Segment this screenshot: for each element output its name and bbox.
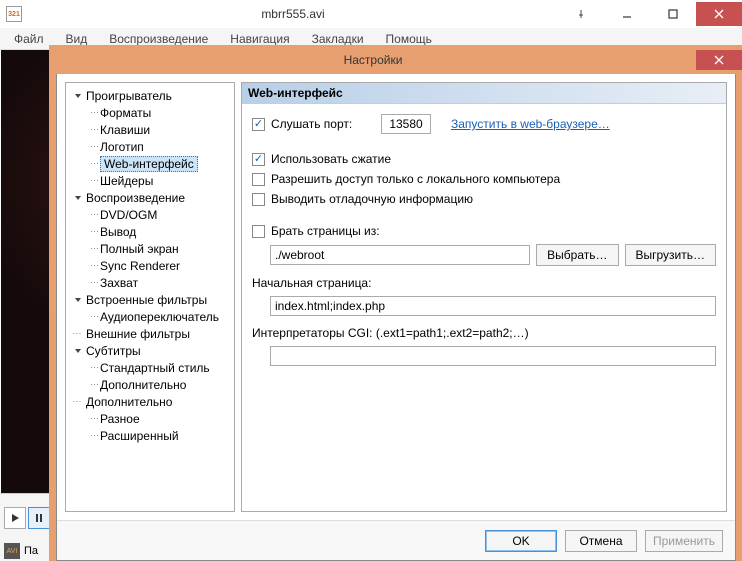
- default-page-label: Начальная страница:: [252, 276, 716, 290]
- tree-various[interactable]: ⋯Разное: [68, 410, 232, 427]
- collapse-icon[interactable]: [72, 90, 83, 101]
- ok-button[interactable]: OK: [485, 530, 557, 552]
- local-only-label: Разрешить доступ только с локального ком…: [271, 172, 560, 186]
- tree-sub-misc[interactable]: ⋯Дополнительно: [68, 376, 232, 393]
- browse-button[interactable]: Выбрать…: [536, 244, 618, 266]
- leaf-icon: ⋯: [72, 328, 83, 339]
- main-close-button[interactable]: [696, 2, 742, 26]
- tree-audio-switcher[interactable]: ⋯Аудиопереключатель: [68, 308, 232, 325]
- tree-player[interactable]: Проигрыватель: [68, 87, 232, 104]
- settings-footer: OK Отмена Применить: [57, 520, 735, 560]
- listen-port-label: Слушать порт:: [271, 117, 375, 131]
- minimize-button[interactable]: [604, 2, 650, 26]
- compression-label: Использовать сжатие: [271, 152, 391, 166]
- leaf-icon: ⋯: [72, 396, 83, 407]
- serve-pages-label: Брать страницы из:: [271, 224, 380, 238]
- tree-shaders[interactable]: ⋯Шейдеры: [68, 172, 232, 189]
- settings-dialog: Настройки Проигрыватель ⋯Форматы ⋯Клавиш…: [56, 52, 736, 561]
- default-page-input[interactable]: index.html;index.php: [270, 296, 716, 316]
- collapse-icon[interactable]: [72, 345, 83, 356]
- serve-pages-checkbox[interactable]: [252, 225, 265, 238]
- tree-fullscreen[interactable]: ⋯Полный экран: [68, 240, 232, 257]
- tree-formats[interactable]: ⋯Форматы: [68, 104, 232, 121]
- tree-capture[interactable]: ⋯Захват: [68, 274, 232, 291]
- tree-web-interface[interactable]: ⋯Web-интерфейс: [68, 155, 232, 172]
- menu-file[interactable]: Файл: [4, 29, 54, 49]
- tree-sync[interactable]: ⋯Sync Renderer: [68, 257, 232, 274]
- main-window-title: mbrr555.avi: [28, 7, 558, 21]
- settings-tree[interactable]: Проигрыватель ⋯Форматы ⋯Клавиши ⋯Логотип…: [65, 82, 235, 512]
- pause-button[interactable]: [28, 507, 50, 529]
- tree-misc[interactable]: ⋯ Дополнительно: [68, 393, 232, 410]
- collapse-icon[interactable]: [72, 294, 83, 305]
- compression-checkbox[interactable]: [252, 153, 265, 166]
- local-only-checkbox[interactable]: [252, 173, 265, 186]
- play-button[interactable]: [4, 507, 26, 529]
- collapse-icon[interactable]: [72, 192, 83, 203]
- open-in-browser-link[interactable]: Запустить в web-браузере…: [451, 117, 610, 131]
- settings-close-button[interactable]: [696, 50, 742, 70]
- tree-output[interactable]: ⋯Вывод: [68, 223, 232, 240]
- tree-logo[interactable]: ⋯Логотип: [68, 138, 232, 155]
- settings-titlebar: Настройки: [50, 46, 742, 74]
- apply-button[interactable]: Применить: [645, 530, 723, 552]
- tree-dvd[interactable]: ⋯DVD/OGM: [68, 206, 232, 223]
- tree-internal-filters[interactable]: Встроенные фильтры: [68, 291, 232, 308]
- listen-port-checkbox[interactable]: [252, 118, 265, 131]
- tree-style[interactable]: ⋯Стандартный стиль: [68, 359, 232, 376]
- port-input[interactable]: 13580: [381, 114, 431, 134]
- cancel-button[interactable]: Отмена: [565, 530, 637, 552]
- main-titlebar: 321 mbrr555.avi: [0, 0, 742, 28]
- tree-external-filters[interactable]: ⋯ Внешние фильтры: [68, 325, 232, 342]
- tree-playback[interactable]: Воспроизведение: [68, 189, 232, 206]
- settings-content-panel: Web-интерфейс Слушать порт: 13580 Запуст…: [241, 82, 727, 512]
- unpin-button[interactable]: [558, 2, 604, 26]
- avi-format-icon: AVI: [4, 543, 20, 559]
- webroot-input[interactable]: ./webroot: [270, 245, 530, 265]
- tree-keys[interactable]: ⋯Клавиши: [68, 121, 232, 138]
- maximize-button[interactable]: [650, 2, 696, 26]
- debug-label: Выводить отладочную информацию: [271, 192, 473, 206]
- app-icon: 321: [6, 6, 22, 22]
- cgi-label: Интерпретаторы CGI: (.ext1=path1;.ext2=p…: [252, 326, 716, 340]
- panel-header: Web-интерфейс: [242, 83, 726, 104]
- settings-title: Настройки: [50, 53, 696, 67]
- deploy-button[interactable]: Выгрузить…: [625, 244, 717, 266]
- status-text: Па: [24, 545, 38, 557]
- tree-advanced[interactable]: ⋯Расширенный: [68, 427, 232, 444]
- debug-checkbox[interactable]: [252, 193, 265, 206]
- cgi-input[interactable]: [270, 346, 716, 366]
- tree-subtitles[interactable]: Субтитры: [68, 342, 232, 359]
